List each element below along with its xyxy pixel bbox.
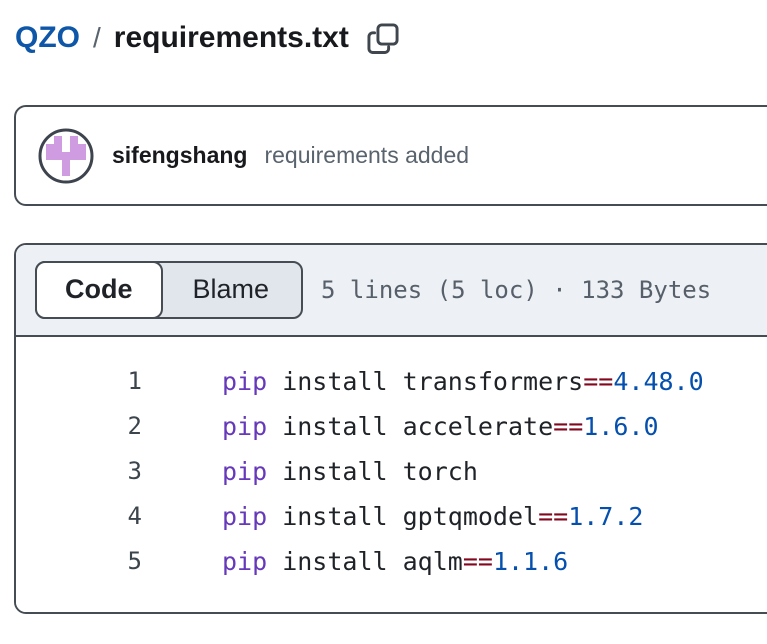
tab-code[interactable]: Code bbox=[35, 261, 163, 319]
commit-card: sifengshang requirements added bbox=[14, 105, 767, 206]
view-switcher: CodeBlame bbox=[35, 261, 303, 319]
commit-message: requirements added bbox=[264, 142, 469, 169]
code-line: 1 pip install transformers==4.48.0 bbox=[16, 359, 767, 404]
file-header: CodeBlame 5 lines (5 loc) · 133 Bytes bbox=[16, 245, 767, 337]
line-number[interactable]: 3 bbox=[16, 457, 142, 485]
file-meta: 5 lines (5 loc) · 133 Bytes bbox=[321, 276, 711, 304]
code-line: 4 pip install gptqmodel==1.7.2 bbox=[16, 494, 767, 539]
code-line: 5 pip install aqlm==1.1.6 bbox=[16, 539, 767, 584]
file-name-title: requirements.txt bbox=[114, 21, 349, 55]
repo-link[interactable]: QZO bbox=[15, 21, 80, 55]
line-content: pip install aqlm==1.1.6 bbox=[222, 547, 568, 576]
copy-icon bbox=[365, 21, 401, 57]
file-card: CodeBlame 5 lines (5 loc) · 133 Bytes 1 p… bbox=[14, 243, 767, 614]
line-content: pip install torch bbox=[222, 457, 478, 486]
tab-blame[interactable]: Blame bbox=[161, 263, 302, 317]
code-view: 1 pip install transformers==4.48.0 2 pip in… bbox=[16, 337, 767, 612]
line-content: pip install gptqmodel==1.7.2 bbox=[222, 502, 643, 531]
line-number[interactable]: 2 bbox=[16, 412, 142, 440]
code-line: 3 pip install torch bbox=[16, 449, 767, 494]
line-number[interactable]: 1 bbox=[16, 367, 142, 395]
copy-file-name-button[interactable] bbox=[365, 21, 401, 57]
line-number[interactable]: 5 bbox=[16, 547, 142, 575]
identicon-avatar bbox=[38, 128, 94, 184]
line-content: pip install transformers==4.48.0 bbox=[222, 367, 704, 396]
commit-author-avatar[interactable] bbox=[38, 128, 94, 184]
code-line: 2 pip install accelerate==1.6.0 bbox=[16, 404, 767, 449]
breadcrumb-separator: / bbox=[93, 22, 101, 54]
line-number[interactable]: 4 bbox=[16, 502, 142, 530]
breadcrumb: QZO / requirements.txt bbox=[0, 0, 767, 60]
page-root: QZO / requirements.txt bbox=[0, 0, 767, 614]
commit-author-name[interactable]: sifengshang bbox=[112, 142, 247, 169]
line-content: pip install accelerate==1.6.0 bbox=[222, 412, 659, 441]
